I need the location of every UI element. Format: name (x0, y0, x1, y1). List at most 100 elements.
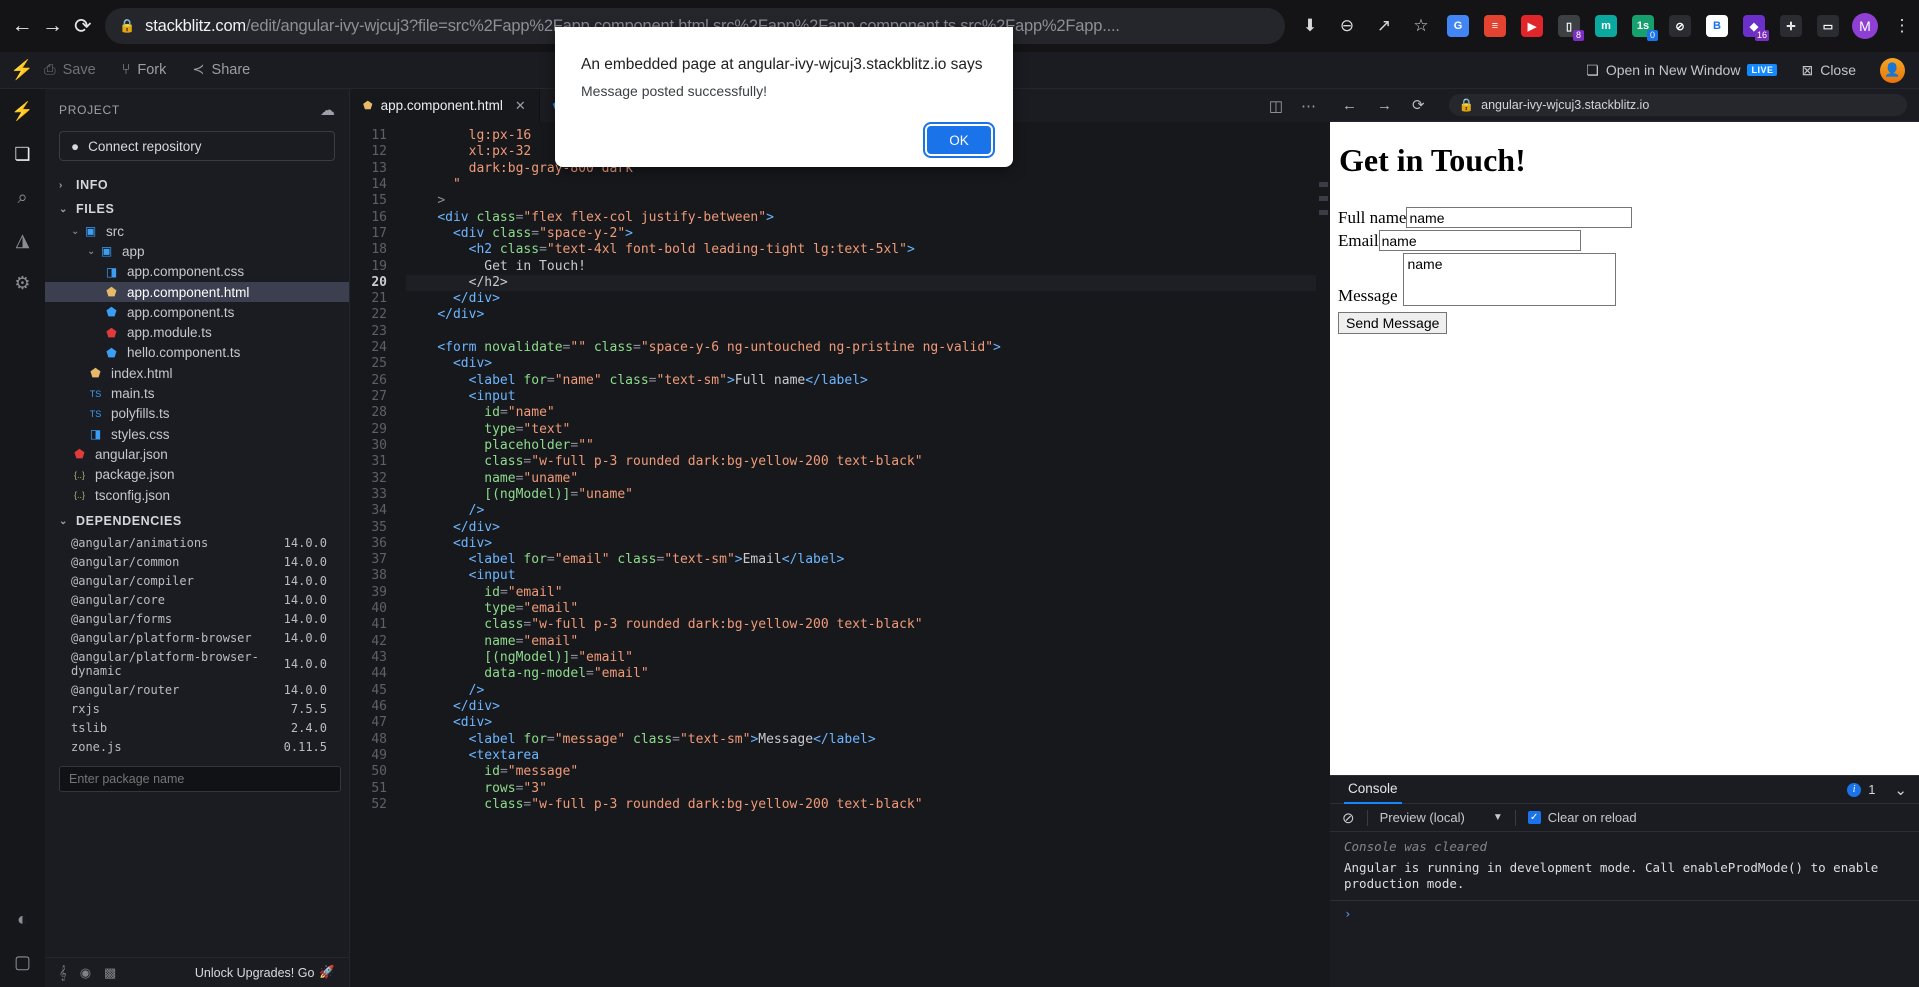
connect-repository-button[interactable]: ● Connect repository (59, 131, 335, 161)
rocket-icon: 🚀 (319, 965, 335, 979)
dependency-row[interactable]: zone.js 0.11.5 (45, 737, 349, 756)
github-icon[interactable]: ◉ (80, 965, 91, 981)
sidebar-extension[interactable]: ▭ (1811, 9, 1845, 43)
tree-item-hello-component-ts[interactable]: ⬟ hello.component.ts (45, 343, 349, 363)
preview-url-bar[interactable]: 🔒 angular-ivy-wjcuj3.stackblitz.io (1448, 94, 1907, 116)
tree-item-tsconfig-json[interactable]: {..} tsconfig.json (45, 485, 349, 505)
package-name-input[interactable] (59, 766, 341, 793)
rail-theme-icon[interactable]: ◐ (17, 909, 28, 930)
console-input-prompt[interactable]: › (1330, 900, 1919, 921)
preview-reload-icon[interactable]: ⟳ (1412, 96, 1425, 114)
cloud-sync-icon[interactable]: ☁ (320, 101, 335, 119)
todoist-extension[interactable]: ≡ (1478, 9, 1512, 43)
fork-button[interactable]: ⑂ Fork (122, 62, 167, 78)
speed-extension[interactable]: ▶ (1515, 9, 1549, 43)
sidebar-section-info[interactable]: › INFO (45, 173, 349, 197)
save-button[interactable]: ⎙ Save (44, 62, 96, 78)
rail-terminal-icon[interactable]: ▢ (14, 952, 31, 973)
twitter-icon[interactable]: 𝄞 (59, 965, 67, 981)
message-textarea[interactable]: name (1403, 253, 1617, 306)
clear-on-reload-checkbox[interactable]: ✓ Clear on reload (1527, 810, 1637, 825)
tree-item-app-module-ts[interactable]: ⬟ app.module.ts (45, 322, 349, 342)
close-label: Close (1820, 62, 1856, 78)
browser-reload-icon[interactable]: ⟳ (71, 6, 95, 46)
user-avatar[interactable]: 👤 (1880, 57, 1905, 83)
zoom-out-icon[interactable]: ⊖ (1330, 9, 1364, 43)
console-source-select[interactable]: Preview (local) ▼ (1380, 810, 1503, 825)
editor-more-icon[interactable]: ⋯ (1301, 97, 1316, 115)
browser-back-icon[interactable]: ← (10, 6, 34, 46)
share-button[interactable]: ≺ Share (192, 62, 250, 78)
tree-item-package-json[interactable]: {..} package.json (45, 465, 349, 485)
browser-menu-icon[interactable]: ⋮ (1885, 9, 1919, 43)
bookmark-star-icon[interactable]: ☆ (1404, 9, 1438, 43)
preview-back-icon[interactable]: ← (1342, 97, 1357, 114)
line-number: 19 (371, 258, 387, 274)
send-message-button[interactable]: Send Message (1338, 312, 1448, 334)
toolkit-extension[interactable]: ▯ 8 (1552, 9, 1586, 43)
tree-item-app-component-css[interactable]: ◨ app.component.css (45, 262, 349, 282)
preview-iframe[interactable]: Get in Touch! Full name Email Message na… (1330, 122, 1919, 775)
dependency-row[interactable]: rxjs 7.5.5 (45, 699, 349, 718)
profile-avatar[interactable]: M (1848, 9, 1882, 43)
tab-console[interactable]: Console (1344, 776, 1402, 804)
dependency-row[interactable]: @angular/forms 14.0.0 (45, 609, 349, 628)
message-row: Message name (1338, 253, 1919, 306)
share-icon[interactable]: ↗ (1367, 9, 1401, 43)
metamask-extension[interactable]: m (1589, 9, 1623, 43)
rail-search-icon[interactable]: ⌕ (17, 187, 27, 208)
puzzle-extension[interactable]: ✛ (1774, 9, 1808, 43)
rail-settings-icon[interactable]: ⚙ (14, 273, 30, 294)
tree-item-index-html[interactable]: ⬟ index.html (45, 363, 349, 383)
tree-item-main-ts[interactable]: TS main.ts (45, 383, 349, 403)
code-token: > (734, 552, 743, 568)
editor-tab-app-component-html[interactable]: ⬟ app.component.html ✕ (350, 89, 540, 122)
sidebar-section-files[interactable]: ⌄ FILES (45, 197, 349, 221)
split-editor-icon[interactable]: ◫ (1269, 97, 1283, 115)
discord-icon[interactable]: ▩ (104, 965, 116, 981)
code-token: "w-full p-3 rounded dark:bg-yellow-200 t… (531, 454, 923, 470)
diamond-extension[interactable]: ◆ 16 (1737, 9, 1771, 43)
dependency-row[interactable]: @angular/animations 14.0.0 (45, 533, 349, 552)
dependency-row[interactable]: @angular/common 14.0.0 (45, 552, 349, 571)
bitwarden-extension[interactable]: B (1700, 9, 1734, 43)
tree-item-src[interactable]: ⌄ ▣ src (45, 221, 349, 241)
grammar-extension[interactable]: 1s 0 (1626, 9, 1660, 43)
clear-console-icon[interactable]: ⊘ (1342, 809, 1355, 827)
preview-forward-icon[interactable]: → (1377, 97, 1392, 114)
fullname-input[interactable] (1406, 207, 1633, 228)
close-tab-icon[interactable]: ✕ (515, 98, 526, 114)
dependency-row[interactable]: @angular/router 14.0.0 (45, 680, 349, 699)
dependency-row[interactable]: tslib 2.4.0 (45, 718, 349, 737)
rail-lightning-icon[interactable]: ⚡ (11, 101, 33, 122)
save-icon: ⎙ (44, 62, 56, 78)
dependency-row[interactable]: @angular/core 14.0.0 (45, 590, 349, 609)
tree-item-app[interactable]: ⌄ ▣ app (45, 241, 349, 261)
tree-item-polyfills-ts[interactable]: TS polyfills.ts (45, 404, 349, 424)
rail-files-icon[interactable]: ❏ (14, 144, 30, 165)
tree-item-label: app.component.html (127, 284, 250, 300)
open-new-window-button[interactable]: ❏ Open in New Window LIVE (1586, 62, 1778, 79)
browser-forward-icon[interactable]: → (40, 6, 64, 46)
dialog-ok-button[interactable]: OK (927, 126, 991, 154)
chevron-down-icon[interactable]: ⌄ (1894, 781, 1907, 799)
email-input[interactable] (1378, 230, 1581, 251)
editor-minimap[interactable] (1316, 122, 1330, 987)
console-output[interactable]: Console was cleared Angular is running i… (1330, 832, 1919, 987)
block-extension[interactable]: ⊘ (1663, 9, 1697, 43)
tree-item-app-component-html[interactable]: ⬟ app.component.html (45, 281, 349, 303)
dependency-row[interactable]: @angular/compiler 14.0.0 (45, 571, 349, 590)
unlock-upgrades-link[interactable]: Unlock Upgrades! Go 🚀 (195, 965, 335, 980)
dependency-row[interactable]: @angular/platform-browser-dynamic 14.0.0 (45, 647, 349, 680)
code-content[interactable]: lg:px-16 xl:px-32 dark:bg-gray-800 dark … (398, 122, 1330, 987)
rail-deploy-icon[interactable]: ◮ (16, 230, 30, 251)
code-area[interactable]: 11 12 13 14 15 16 17 18 19 20 21 22 23 24 25 26 27 28 29 30… (350, 122, 1330, 987)
close-preview-button[interactable]: ⊠ Close (1801, 62, 1856, 79)
tree-item-app-component-ts[interactable]: ⬟ app.component.ts (45, 302, 349, 322)
dependency-row[interactable]: @angular/platform-browser 14.0.0 (45, 628, 349, 647)
install-app-icon[interactable]: ⬇ (1293, 9, 1327, 43)
google-translate-extension[interactable]: G (1441, 9, 1475, 43)
sidebar-section-dependencies[interactable]: ⌄ DEPENDENCIES (45, 509, 349, 533)
tree-item-styles-css[interactable]: ◨ styles.css (45, 424, 349, 444)
tree-item-angular-json[interactable]: ⬟ angular.json (45, 444, 349, 464)
